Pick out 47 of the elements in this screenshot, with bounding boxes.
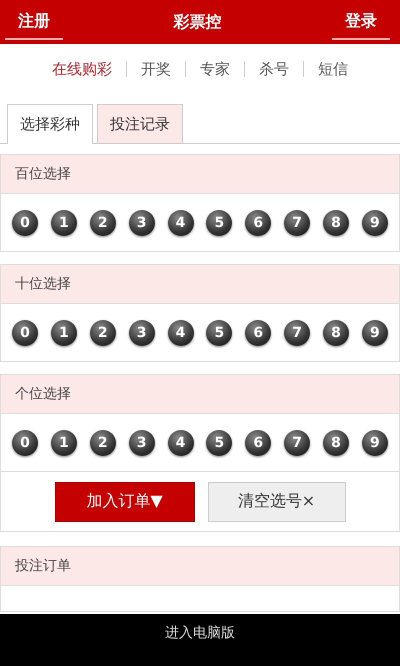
number-ball[interactable]: 5 (206, 210, 232, 236)
number-ball[interactable]: 8 (323, 210, 349, 236)
register-link[interactable]: 注册 (5, 4, 63, 40)
number-ball[interactable]: 1 (50, 430, 77, 456)
number-ball[interactable]: 9 (362, 210, 388, 236)
section-header: 百位选择 (0, 154, 400, 194)
section-header: 十位选择 (0, 264, 400, 304)
number-ball[interactable]: 6 (245, 320, 272, 346)
nav-link[interactable]: 专家 (200, 58, 230, 80)
number-ball[interactable]: 3 (128, 210, 155, 236)
number-ball[interactable]: 0 (12, 430, 38, 456)
number-ball[interactable]: 4 (168, 210, 194, 236)
nav-link[interactable]: 杀号 (259, 58, 289, 80)
number-ball[interactable]: 6 (245, 210, 272, 236)
number-ball[interactable]: 2 (90, 210, 116, 236)
number-ball[interactable]: 9 (362, 430, 388, 456)
tab[interactable]: 投注记录 (97, 104, 183, 143)
section-header: 投注订单 (0, 546, 400, 586)
desktop-version-link[interactable]: 进入电脑版 (165, 624, 235, 642)
login-link[interactable]: 登录 (332, 4, 390, 40)
number-ball[interactable]: 4 (168, 320, 194, 346)
number-ball[interactable]: 2 (90, 430, 116, 456)
number-ball[interactable]: 8 (323, 430, 349, 456)
number-ball[interactable]: 1 (50, 320, 77, 346)
number-ball[interactable]: 3 (128, 430, 155, 456)
number-ball[interactable]: 7 (284, 430, 310, 456)
number-ball[interactable]: 6 (245, 430, 272, 456)
number-ball[interactable]: 2 (90, 320, 116, 346)
section-header: 个位选择 (0, 374, 400, 414)
nav-link[interactable]: 开奖 (141, 58, 171, 80)
nav-link[interactable]: 短信 (318, 58, 348, 80)
number-ball[interactable]: 4 (168, 430, 194, 456)
number-ball[interactable]: 8 (323, 320, 349, 346)
number-ball[interactable]: 1 (50, 210, 77, 236)
number-ball[interactable]: 5 (206, 320, 232, 346)
number-ball[interactable]: 5 (206, 430, 232, 456)
site-title: 彩票控 (174, 12, 222, 32)
number-ball[interactable]: 7 (284, 320, 310, 346)
number-ball[interactable]: 3 (128, 320, 155, 346)
clear-selection-button[interactable]: 清空选号× (208, 482, 346, 522)
number-ball[interactable]: 0 (12, 320, 38, 346)
number-ball[interactable]: 7 (284, 210, 310, 236)
nav-link[interactable]: 在线购彩 (52, 58, 112, 80)
number-ball[interactable]: 9 (362, 320, 388, 346)
tab[interactable]: 选择彩种 (7, 104, 93, 144)
number-ball[interactable]: 0 (12, 210, 38, 236)
add-to-order-button[interactable]: 加入订单▼ (54, 482, 194, 522)
